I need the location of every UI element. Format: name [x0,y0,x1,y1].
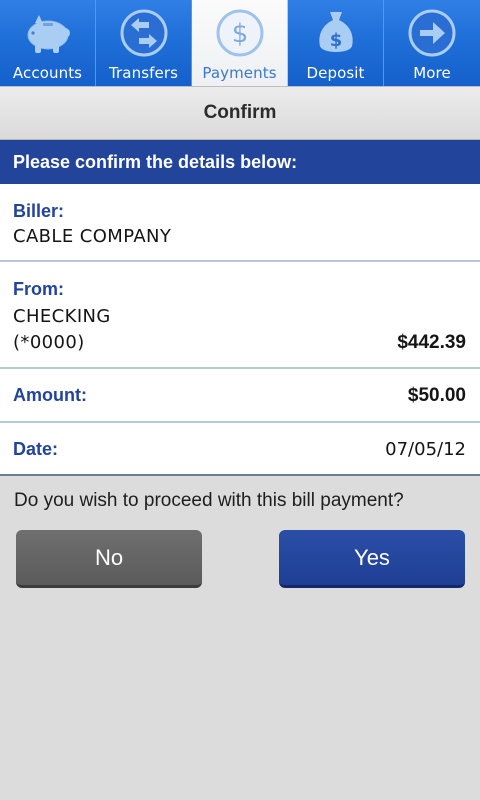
no-button-label: No [94,544,124,570]
from-account: CHECKING [13,306,111,327]
date-label: Date: [13,439,59,459]
biller-label: Biller: [13,201,65,221]
from-row: From: CHECKING (*0000) $442.39 [0,262,480,369]
tab-payments-label: Payments [202,64,277,82]
svg-text:$: $ [231,19,248,49]
title-bar: Confirm [0,86,480,140]
amount-label: Amount: [13,385,87,405]
piggy-bank-icon [21,6,75,60]
tab-payments[interactable]: $ Payments [192,0,288,86]
arrow-right-circle-icon [405,6,459,60]
amount-value: $50.00 [407,385,466,406]
no-button[interactable]: No [16,530,202,588]
details-panel: Biller: CABLE COMPANY From: CHECKING (*0… [0,184,480,476]
from-account-number: (*0000) [13,332,85,353]
tab-transfers[interactable]: Transfers [96,0,192,86]
biller-row: Biller: CABLE COMPANY [0,184,480,262]
tab-accounts[interactable]: Accounts [0,0,96,86]
tab-bar: Accounts Transfers $ Payments $ Deposit … [0,0,480,86]
money-bag-icon: $ [309,6,363,60]
from-balance: $442.39 [397,332,466,353]
yes-button[interactable]: Yes [279,530,465,588]
date-value: 07/05/12 [385,439,466,460]
transfer-arrows-icon [117,6,171,60]
tab-deposit-label: Deposit [306,64,365,82]
amount-row: Amount: $50.00 [0,369,480,423]
date-row: Date: 07/05/12 [0,423,480,476]
svg-text:$: $ [329,30,342,51]
confirm-question: Do you wish to proceed with this bill pa… [14,490,404,511]
tab-transfers-label: Transfers [108,64,179,82]
page-title: Confirm [203,102,277,123]
confirm-header: Please confirm the details below: [0,140,480,184]
yes-button-label: Yes [354,544,390,570]
tab-more[interactable]: More [384,0,480,86]
tab-accounts-label: Accounts [12,64,83,82]
biller-value: CABLE COMPANY [13,226,172,247]
confirm-header-text: Please confirm the details below: [13,151,298,172]
dollar-coin-icon: $ [213,6,267,60]
tab-more-label: More [413,64,451,82]
from-label: From: [13,279,64,299]
tab-deposit[interactable]: $ Deposit [288,0,384,86]
